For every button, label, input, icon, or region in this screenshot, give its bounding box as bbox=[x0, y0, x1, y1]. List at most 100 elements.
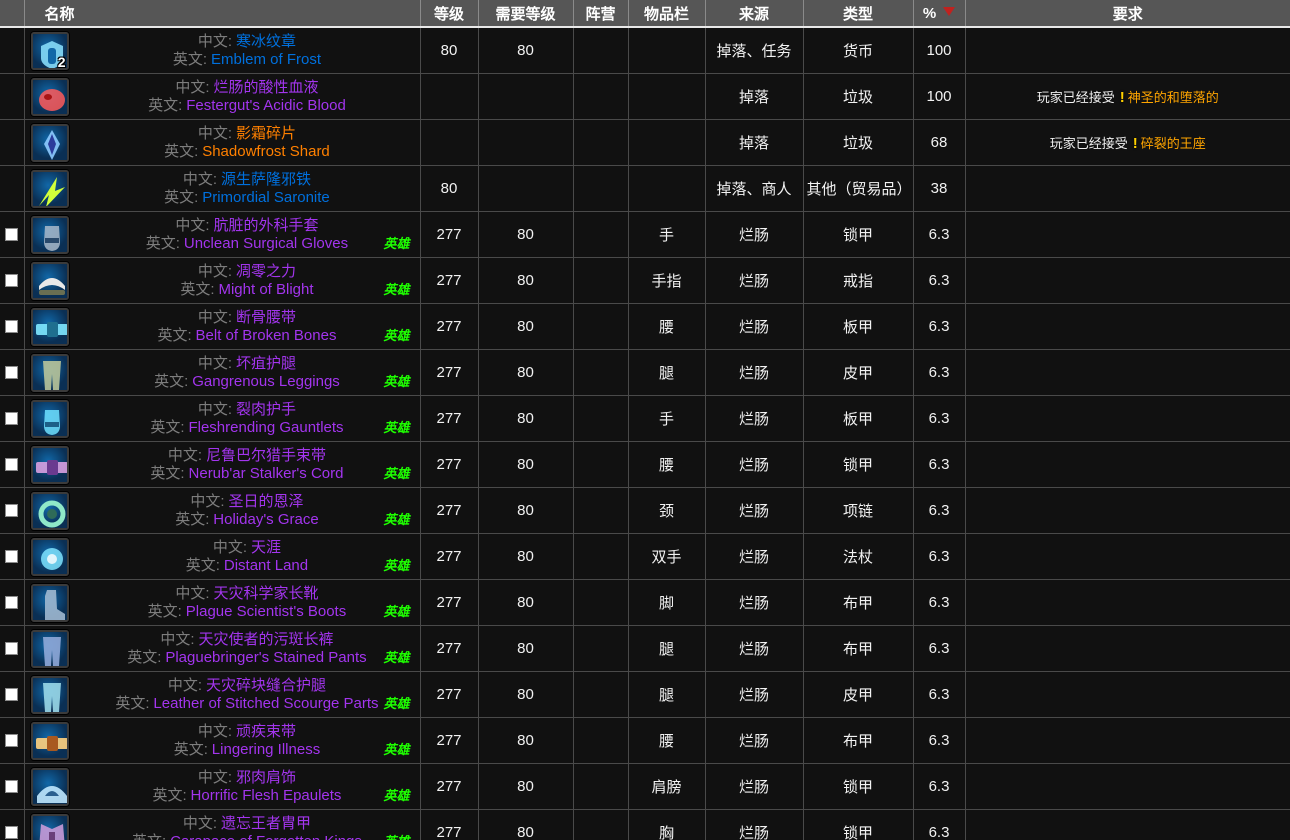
item-icon[interactable] bbox=[30, 399, 69, 438]
column-header-type[interactable]: 类型 bbox=[803, 0, 914, 28]
table-row[interactable]: 中文: 圣日的恩泽 英文: Holiday's Grace 英雄 277 80 颈烂肠 项链 6.… bbox=[0, 487, 1290, 534]
item-icon[interactable] bbox=[30, 537, 69, 576]
row-checkbox-cell[interactable] bbox=[0, 625, 25, 672]
table-row[interactable]: 中文: 邪肉肩饰 英文: Horrific Flesh Epaulets 英雄 277 80… bbox=[0, 763, 1290, 810]
item-link-en[interactable]: Carapace of Forgotten Kings bbox=[170, 833, 362, 840]
row-checkbox[interactable] bbox=[5, 780, 19, 793]
row-checkbox[interactable] bbox=[5, 688, 19, 701]
table-row[interactable]: 中文: 肮脏的外科手套 英文: Unclean Surgical Gloves 英雄 27… bbox=[0, 211, 1290, 258]
row-checkbox-cell[interactable] bbox=[0, 349, 25, 396]
row-checkbox[interactable] bbox=[5, 642, 19, 655]
row-checkbox[interactable] bbox=[5, 458, 19, 471]
row-checkbox-cell[interactable] bbox=[0, 303, 25, 350]
item-link-cn[interactable]: 肮脏的外科手套 bbox=[213, 217, 318, 234]
item-link-en[interactable]: Might of Blight bbox=[218, 281, 313, 298]
item-link-cn[interactable]: 圣日的恩泽 bbox=[228, 493, 303, 510]
item-link-cn[interactable]: 天涯 bbox=[251, 539, 281, 556]
column-header-pct[interactable]: % bbox=[913, 0, 966, 28]
column-header-reqlvl[interactable]: 需要等级 bbox=[478, 0, 574, 28]
column-header-source[interactable]: 来源 bbox=[705, 0, 804, 28]
item-link-en[interactable]: Horrific Flesh Epaulets bbox=[191, 787, 342, 804]
item-icon[interactable] bbox=[30, 353, 69, 392]
item-icon[interactable] bbox=[30, 583, 69, 622]
item-link-en[interactable]: Distant Land bbox=[224, 557, 308, 574]
item-icon[interactable] bbox=[30, 123, 69, 162]
table-row[interactable]: 中文: 断骨腰带 英文: Belt of Broken Bones 英雄 277 80 腰烂肠… bbox=[0, 303, 1290, 350]
item-link-en[interactable]: Shadowfrost Shard bbox=[202, 143, 330, 160]
column-header-name[interactable]: 名称 bbox=[24, 0, 421, 28]
item-link-cn[interactable]: 裂肉护手 bbox=[236, 401, 296, 418]
item-icon[interactable]: 2 bbox=[30, 31, 69, 70]
item-icon[interactable] bbox=[30, 215, 69, 254]
item-icon[interactable] bbox=[30, 169, 69, 208]
row-checkbox[interactable] bbox=[5, 734, 19, 747]
item-link-en[interactable]: Plaguebringer's Stained Pants bbox=[165, 649, 366, 666]
item-link-cn[interactable]: 影霜碎片 bbox=[236, 125, 296, 142]
quest-link[interactable]: 神圣的和堕落的 bbox=[1128, 90, 1219, 105]
table-row[interactable]: 中文: 顽疾束带 英文: Lingering Illness 英雄 277 80 腰烂肠 布甲 6… bbox=[0, 717, 1290, 764]
row-checkbox-cell[interactable] bbox=[0, 441, 25, 488]
item-icon[interactable] bbox=[30, 813, 69, 840]
table-row[interactable]: 中文: 天灾使者的污斑长裤 英文: Plaguebringer's Stained P… bbox=[0, 625, 1290, 672]
item-link-en[interactable]: Emblem of Frost bbox=[211, 51, 321, 68]
row-checkbox-cell[interactable] bbox=[0, 671, 25, 718]
item-icon[interactable] bbox=[30, 767, 69, 806]
item-link-en[interactable]: Unclean Surgical Gloves bbox=[184, 235, 348, 252]
row-checkbox-cell[interactable] bbox=[0, 395, 25, 442]
table-row[interactable]: 中文: 烂肠的酸性血液 英文: Festergut's Acidic Blood 掉落垃… bbox=[0, 73, 1290, 120]
row-checkbox[interactable] bbox=[5, 366, 19, 379]
table-row[interactable]: 中文: 裂肉护手 英文: Fleshrending Gauntlets 英雄 277 80 手… bbox=[0, 395, 1290, 442]
row-checkbox[interactable] bbox=[5, 550, 19, 563]
item-link-cn[interactable]: 遗忘王者胄甲 bbox=[221, 815, 311, 832]
row-checkbox[interactable] bbox=[5, 320, 19, 333]
row-checkbox-cell[interactable] bbox=[0, 579, 25, 626]
sort-desc-icon[interactable] bbox=[943, 6, 956, 16]
item-link-en[interactable]: Nerub'ar Stalker's Cord bbox=[189, 465, 344, 482]
row-checkbox-cell[interactable] bbox=[0, 211, 25, 258]
item-link-en[interactable]: Holiday's Grace bbox=[213, 511, 318, 528]
item-link-en[interactable]: Gangrenous Leggings bbox=[192, 373, 340, 390]
item-icon[interactable] bbox=[30, 77, 69, 116]
item-link-cn[interactable]: 邪肉肩饰 bbox=[236, 769, 296, 786]
row-checkbox-cell[interactable] bbox=[0, 763, 25, 810]
table-row[interactable]: 2 中文: 寒冰纹章 英文: Emblem of Frost 80 80 掉落、任务 货币 100 bbox=[0, 27, 1290, 74]
row-checkbox-cell[interactable] bbox=[0, 487, 25, 534]
item-link-cn[interactable]: 寒冰纹章 bbox=[236, 33, 296, 50]
item-link-cn[interactable]: 天灾碎块缝合护腿 bbox=[206, 677, 326, 694]
table-row[interactable]: 中文: 源生萨隆邪铁 英文: Primordial Saronite 80 掉落、商人 其他… bbox=[0, 165, 1290, 212]
row-checkbox[interactable] bbox=[5, 412, 19, 425]
table-row[interactable]: 中文: 坏疽护腿 英文: Gangrenous Leggings 英雄 277 80 腿烂肠皮… bbox=[0, 349, 1290, 396]
item-icon[interactable] bbox=[30, 491, 69, 530]
item-link-cn[interactable]: 凋零之力 bbox=[236, 263, 296, 280]
row-checkbox-cell[interactable] bbox=[0, 717, 25, 764]
row-checkbox[interactable] bbox=[5, 826, 19, 839]
item-link-en[interactable]: Belt of Broken Bones bbox=[196, 327, 337, 344]
item-icon[interactable] bbox=[30, 675, 69, 714]
table-row[interactable]: 中文: 影霜碎片 英文: Shadowfrost Shard 掉落 垃圾 68 玩家已经接受!… bbox=[0, 119, 1290, 166]
row-checkbox[interactable] bbox=[5, 596, 19, 609]
column-header-ilvl[interactable]: 等级 bbox=[420, 0, 479, 28]
row-checkbox-cell[interactable] bbox=[0, 533, 25, 580]
item-icon[interactable] bbox=[30, 629, 69, 668]
item-link-cn[interactable]: 坏疽护腿 bbox=[236, 355, 296, 372]
item-link-cn[interactable]: 天灾使者的污斑长裤 bbox=[198, 631, 333, 648]
row-checkbox-cell[interactable] bbox=[0, 257, 25, 304]
item-icon[interactable] bbox=[30, 261, 69, 300]
table-row[interactable]: 中文: 天灾碎块缝合护腿 英文: Leather of Stitched Scourg… bbox=[0, 671, 1290, 718]
item-link-en[interactable]: Festergut's Acidic Blood bbox=[186, 97, 346, 114]
row-checkbox[interactable] bbox=[5, 228, 19, 241]
quest-link[interactable]: 碎裂的王座 bbox=[1141, 136, 1206, 151]
column-header-checkbox[interactable] bbox=[0, 0, 25, 28]
table-row[interactable]: 中文: 天灾科学家长靴 英文: Plague Scientist's Boots 英雄 2… bbox=[0, 579, 1290, 626]
table-row[interactable]: 中文: 凋零之力 英文: Might of Blight 英雄 277 80 手指 烂肠 戒指 6.… bbox=[0, 257, 1290, 304]
item-link-cn[interactable]: 尼鲁巴尔猎手束带 bbox=[206, 447, 326, 464]
table-row[interactable]: 中文: 天涯 英文: Distant Land 英雄 277 80 双手 烂肠 法杖 6.3 bbox=[0, 533, 1290, 580]
item-icon[interactable] bbox=[30, 721, 69, 760]
column-header-need[interactable]: 要求 bbox=[965, 0, 1290, 28]
item-link-en[interactable]: Plague Scientist's Boots bbox=[186, 603, 346, 620]
item-icon[interactable] bbox=[30, 445, 69, 484]
item-link-en[interactable]: Primordial Saronite bbox=[202, 189, 330, 206]
item-link-en[interactable]: Fleshrending Gauntlets bbox=[188, 419, 343, 436]
column-header-slot[interactable]: 物品栏 bbox=[628, 0, 706, 28]
item-link-en[interactable]: Leather of Stitched Scourge Parts bbox=[153, 695, 378, 712]
